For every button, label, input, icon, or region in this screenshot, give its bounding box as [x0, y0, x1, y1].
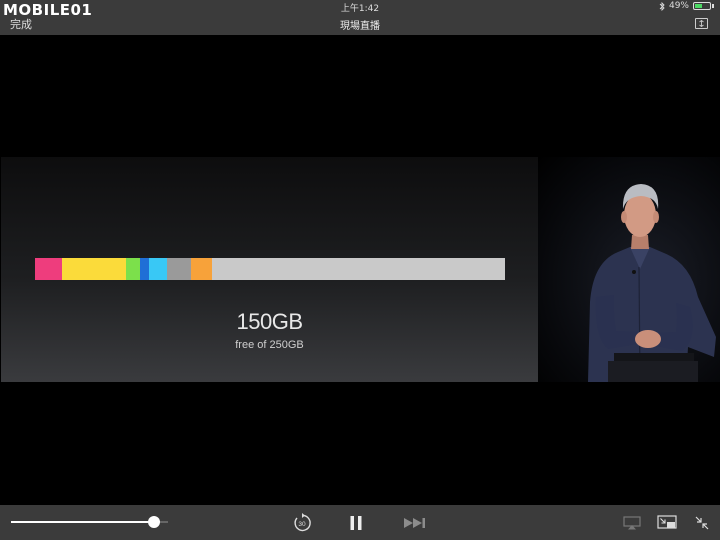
picture-in-picture-button[interactable] — [656, 513, 678, 533]
pause-icon — [350, 516, 362, 530]
airplay-icon — [623, 516, 641, 530]
nav-bar: 完成 現場直播 — [0, 14, 720, 35]
player-controls: 30 — [0, 505, 720, 540]
aspect-ratio-icon — [699, 20, 704, 27]
battery-percent: 49% — [668, 1, 689, 11]
top-bar: MOBILE01 上午1:42 49% 完成 現場直播 — [0, 0, 720, 35]
storage-segment — [139, 258, 150, 280]
video-view[interactable]: 150GB free of 250GB — [0, 35, 720, 505]
status-time: 上午1:42 — [340, 4, 380, 14]
volume-slider[interactable] — [11, 516, 168, 528]
presenter-image — [538, 157, 720, 382]
skip-back-seconds: 30 — [298, 521, 306, 528]
volume-slider-fill — [11, 521, 154, 523]
keynote-slide: 150GB free of 250GB — [1, 157, 538, 382]
pause-button[interactable] — [347, 513, 365, 533]
storage-usage-bar — [35, 258, 505, 280]
storage-segment — [62, 258, 126, 280]
aspect-ratio-button[interactable] — [695, 18, 708, 29]
battery-tip — [712, 4, 714, 8]
storage-segment — [125, 258, 140, 280]
storage-capacity-label: free of 250GB — [235, 339, 304, 351]
nav-title: 現場直播 — [340, 21, 380, 32]
storage-segment — [149, 258, 168, 280]
skip-back-button[interactable]: 30 — [291, 513, 313, 533]
storage-segment — [211, 258, 505, 280]
collapse-icon — [695, 516, 709, 530]
volume-slider-thumb[interactable] — [147, 516, 160, 528]
battery-icon — [693, 2, 711, 10]
bluetooth-icon — [659, 1, 665, 11]
skip-back-30-icon: 30 — [294, 513, 311, 532]
fast-forward-button[interactable] — [402, 513, 428, 533]
collapse-button[interactable] — [692, 513, 712, 533]
status-bar: MOBILE01 上午1:42 49% — [0, 0, 720, 19]
picture-in-picture-icon — [657, 515, 677, 529]
fast-forward-icon — [404, 518, 425, 528]
storage-free-value: 150GB — [236, 309, 304, 334]
storage-segment — [35, 258, 63, 280]
status-right: 49% — [659, 1, 714, 11]
presenter-figure — [588, 184, 716, 382]
storage-segment — [167, 258, 191, 280]
storage-segment — [190, 258, 212, 280]
airplay-button[interactable] — [622, 513, 642, 533]
